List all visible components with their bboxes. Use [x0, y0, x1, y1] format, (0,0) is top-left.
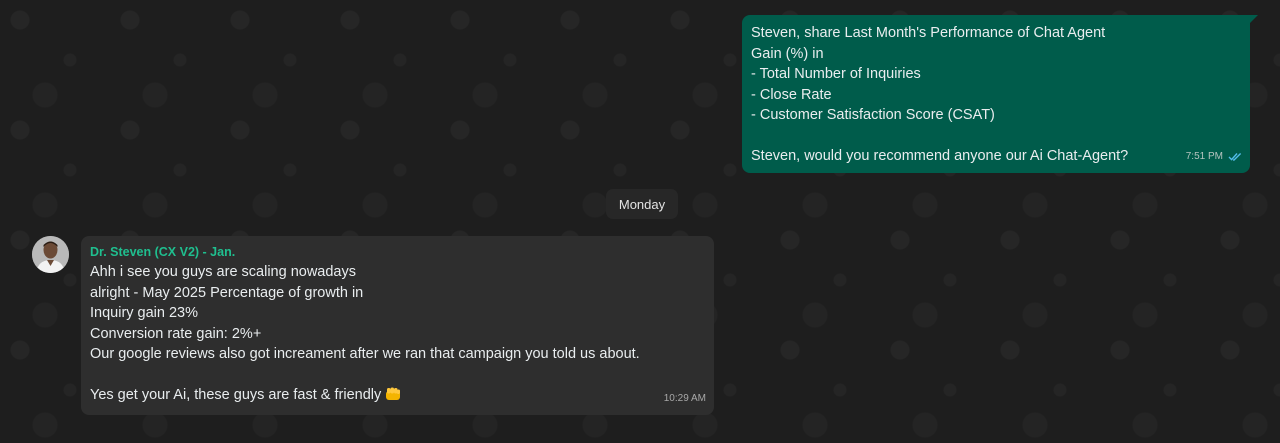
fist-bump-icon	[384, 386, 402, 409]
message-line: Inquiry gain 23%	[90, 305, 199, 321]
message-line: - Close Rate	[751, 86, 832, 103]
outgoing-message-bubble[interactable]: Steven, share Last Month's Performance o…	[742, 15, 1258, 173]
avatar[interactable]	[32, 236, 69, 273]
message-line-with-emoji: Yes get your Ai, these guys are fast & f…	[90, 385, 704, 409]
message-time: 10:29 AM	[663, 392, 706, 404]
message-line: Steven, would you recommend anyone our A…	[751, 148, 1129, 164]
message-time: 7:51 PM	[1185, 150, 1223, 162]
message-line: - Customer Satisfaction Score (CSAT)	[751, 107, 995, 123]
message-meta: 10:29 AM	[664, 389, 706, 410]
message-line	[90, 365, 704, 386]
avatar-image	[32, 236, 69, 273]
sender-name[interactable]: Dr. Steven (CX V2) - Jan.	[90, 244, 704, 260]
message-line: alright - May 2025 Percentage of growth …	[90, 284, 364, 301]
message-line	[751, 126, 1240, 147]
message-line: Gain (%) in	[751, 45, 824, 62]
date-separator-label: Monday	[618, 196, 666, 212]
message-line: Conversion rate gain: 2%+	[90, 325, 262, 342]
message-line-text: Yes get your Ai, these guys are fast & f…	[90, 387, 382, 403]
message-line: - Total Number of Inquiries	[751, 66, 921, 82]
date-separator: Monday	[606, 189, 678, 219]
message-line: Our google reviews also got increament a…	[90, 346, 640, 362]
message-line: Steven, share Last Month's Performance o…	[751, 25, 1106, 41]
message-line: Ahh i see you guys are scaling nowadays	[90, 264, 356, 280]
message-meta: 7:51 PM	[1186, 147, 1242, 168]
incoming-message-bubble[interactable]: Dr. Steven (CX V2) - Jan. Ahh i see you …	[81, 236, 714, 415]
double-check-read-icon	[1228, 152, 1242, 162]
